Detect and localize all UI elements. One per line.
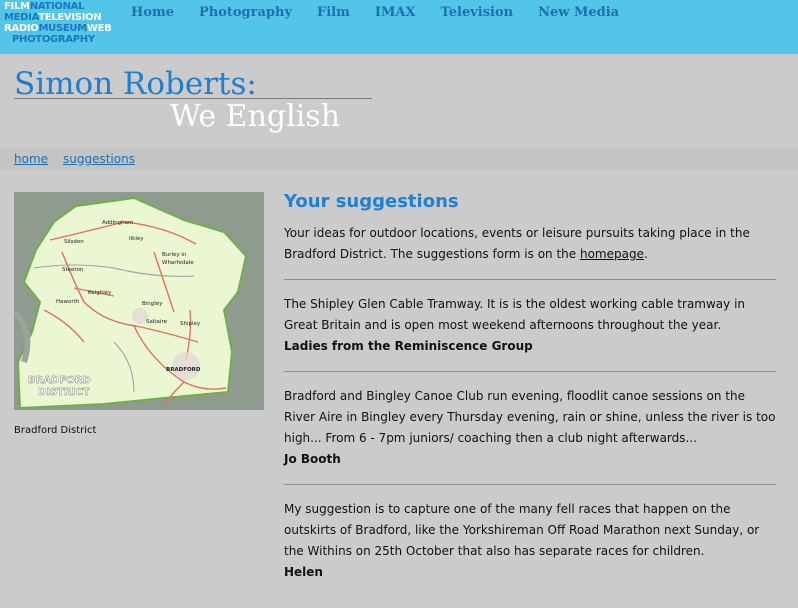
map-place-label: Bingley <box>142 301 163 307</box>
map-place-label: Wharfedale <box>162 260 194 266</box>
divider <box>284 484 776 485</box>
suggestion-item: The Shipley Glen Cable Tramway. It is is… <box>284 294 776 357</box>
homepage-link[interactable]: homepage <box>580 247 644 261</box>
nav-home[interactable]: Home <box>131 5 174 21</box>
logo-word: NATIONAL <box>29 1 85 12</box>
section-heading: Your suggestions <box>284 191 459 212</box>
map-place-label: Addingham <box>102 220 133 226</box>
logo-word: FILM <box>4 1 30 12</box>
suggestion-item: My suggestion is to capture one of the m… <box>284 499 776 583</box>
main-content: Your suggestions Your ideas for outdoor … <box>284 190 776 583</box>
intro-text: Your ideas for outdoor locations, events… <box>284 226 750 261</box>
page-subtitle: We English <box>170 99 341 134</box>
district-map-image: Addingham Ilkley Silsden Burley in Wharf… <box>14 192 264 410</box>
top-banner: FILMNATIONAL MEDIATELEVISION RADIOMUSEUM… <box>0 0 798 54</box>
map-place-label: BRADFORD <box>166 367 201 373</box>
map-caption: Bradford District <box>14 425 97 436</box>
logo-word: PHOTOGRAPHY <box>12 34 95 45</box>
logo-word: MUSEUM <box>38 23 87 34</box>
logo-word: TELEVISION <box>38 12 102 23</box>
map-place-label: Saltaire <box>146 319 168 325</box>
intro-text-end: . <box>643 247 648 261</box>
suggestion-item: Bradford and Bingley Canoe Club run even… <box>284 386 776 470</box>
map-place-label: Steeton <box>62 267 84 273</box>
suggestion-author: Jo Booth <box>284 452 341 466</box>
page-title: Simon Roberts: <box>14 66 257 102</box>
nav-television[interactable]: Television <box>441 5 514 21</box>
map-district-label: BRADFORD <box>28 375 91 386</box>
suggestion-author: Helen <box>284 565 323 579</box>
suggestion-text: The Shipley Glen Cable Tramway. It is is… <box>284 297 746 332</box>
intro-paragraph: Your ideas for outdoor locations, events… <box>284 223 776 265</box>
map-place-label: Ilkley <box>129 236 144 242</box>
map-place-label: Silsden <box>64 239 84 245</box>
map-place-label: Burley in <box>162 252 187 258</box>
map-place-label: Haworth <box>56 299 80 305</box>
district-map: Addingham Ilkley Silsden Burley in Wharf… <box>14 192 264 410</box>
map-place-label: Keighley <box>88 290 112 296</box>
main-nav: Home Photography Film IMAX Television Ne… <box>131 5 644 25</box>
map-place-label: Shipley <box>180 321 201 327</box>
breadcrumb-suggestions[interactable]: suggestions <box>63 151 135 167</box>
nav-new-media[interactable]: New Media <box>538 5 619 21</box>
nav-photography[interactable]: Photography <box>199 5 292 21</box>
divider <box>284 371 776 372</box>
suggestion-text: Bradford and Bingley Canoe Club run even… <box>284 389 776 445</box>
logo-word: WEB <box>86 23 112 34</box>
logo-word: RADIO <box>4 23 39 34</box>
breadcrumb-home[interactable]: home <box>14 151 48 167</box>
nav-imax[interactable]: IMAX <box>375 5 416 21</box>
map-district-label: DISTRICT <box>38 387 90 398</box>
suggestion-author: Ladies from the Reminiscence Group <box>284 339 533 353</box>
nav-film[interactable]: Film <box>317 5 350 21</box>
suggestion-text: My suggestion is to capture one of the m… <box>284 502 760 558</box>
logo-word: MEDIA <box>4 12 39 23</box>
divider <box>284 279 776 280</box>
museum-logo[interactable]: FILMNATIONAL MEDIATELEVISION RADIOMUSEUM… <box>4 2 124 48</box>
